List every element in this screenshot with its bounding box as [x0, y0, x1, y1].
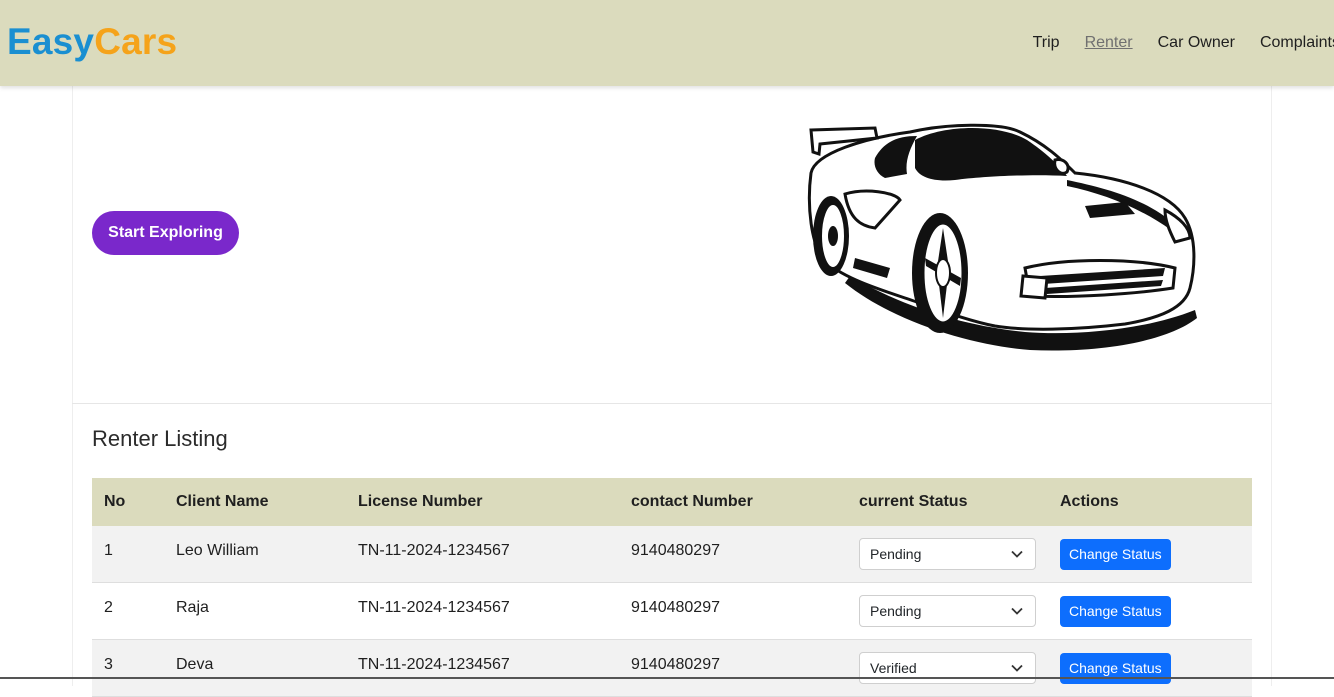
nav-link-renter[interactable]: Renter	[1085, 33, 1133, 53]
nav-links: Trip Renter Car Owner Complaints	[1008, 33, 1334, 53]
table-header: No Client Name License Number contact Nu…	[92, 478, 1252, 526]
cell-status: Pending	[847, 583, 1048, 640]
status-select-wrapper: Verified	[859, 652, 1036, 684]
cell-license-number: TN-11-2024-1234567	[358, 599, 510, 616]
status-select-wrapper: Pending	[859, 595, 1036, 627]
cell-actions: Change Status	[1048, 526, 1252, 583]
column-header-contact-number: contact Number	[631, 493, 753, 510]
table-row: 1 Leo William TN-11-2024-1234567 9140480…	[92, 526, 1252, 583]
renter-table: No Client Name License Number contact Nu…	[92, 478, 1252, 697]
change-status-button[interactable]: Change Status	[1060, 595, 1171, 627]
nav-link-trip[interactable]: Trip	[1033, 33, 1060, 53]
nav-link-complaints[interactable]: Complaints	[1260, 33, 1334, 53]
sports-car-illustration	[807, 123, 1197, 351]
brand-logo-part2: Cars	[94, 21, 178, 62]
window-bottom-edge	[0, 677, 1334, 679]
renter-listing-title: Renter Listing	[92, 426, 228, 451]
table-row: 3 Deva TN-11-2024-1234567 9140480297 Ver…	[92, 639, 1252, 697]
start-exploring-button[interactable]: Start Exploring	[92, 211, 239, 255]
brand-logo-part1: Easy	[7, 21, 95, 62]
column-header-client-name: Client Name	[176, 493, 269, 510]
column-header-current-status: current Status	[859, 493, 968, 510]
cell-no: 1	[104, 542, 113, 559]
cell-client-name: Leo William	[176, 542, 259, 559]
cell-status: Verified	[847, 640, 1048, 697]
cell-actions: Change Status	[1048, 640, 1252, 697]
cell-actions: Change Status	[1048, 583, 1252, 640]
status-select[interactable]: Pending	[859, 538, 1036, 570]
table-row: 2 Raja TN-11-2024-1234567 9140480297 Pen…	[92, 582, 1252, 640]
cell-license-number: TN-11-2024-1234567	[358, 656, 510, 673]
status-select[interactable]: Pending	[859, 595, 1036, 627]
cell-contact-number: 9140480297	[631, 542, 720, 559]
nav-link-car-owner[interactable]: Car Owner	[1158, 33, 1235, 53]
section-divider	[72, 403, 1272, 404]
top-navbar: EasyCars Trip Renter Car Owner Complaint…	[0, 0, 1334, 86]
status-select-wrapper: Pending	[859, 538, 1036, 570]
column-header-actions: Actions	[1060, 493, 1119, 510]
cell-contact-number: 9140480297	[631, 656, 720, 673]
brand-logo[interactable]: EasyCars	[7, 20, 177, 64]
column-header-license-number: License Number	[358, 493, 483, 510]
renter-table-wrapper: No Client Name License Number contact Nu…	[92, 478, 1252, 697]
cell-client-name: Deva	[176, 656, 214, 673]
cell-no: 2	[104, 599, 113, 616]
change-status-button[interactable]: Change Status	[1060, 538, 1171, 570]
cell-client-name: Raja	[176, 599, 209, 616]
cell-no: 3	[104, 656, 113, 673]
cell-license-number: TN-11-2024-1234567	[358, 542, 510, 559]
status-select[interactable]: Verified	[859, 652, 1036, 684]
cell-status: Pending	[847, 526, 1048, 583]
cell-contact-number: 9140480297	[631, 599, 720, 616]
column-header-no: No	[104, 493, 126, 510]
